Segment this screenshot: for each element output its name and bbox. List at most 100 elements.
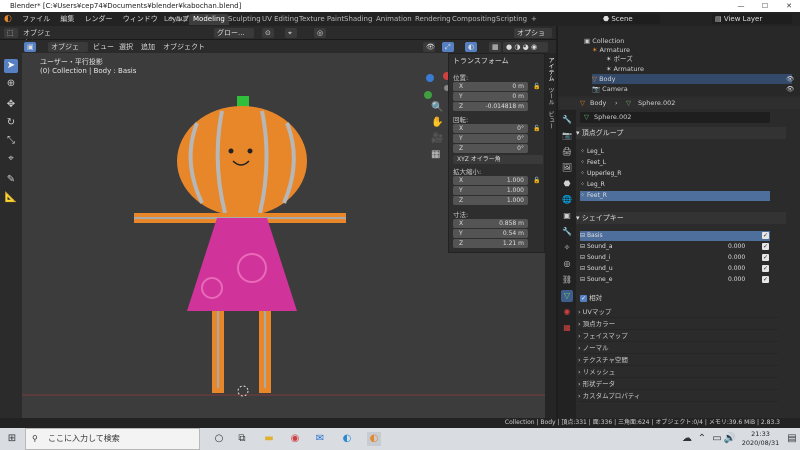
panel-vertex-colors[interactable]: › 頂点カラー [578,319,778,330]
annotate-tool-icon[interactable]: ✎ [4,173,18,187]
tab-animation[interactable]: Animation [372,14,416,25]
cloud-icon[interactable]: ☁ [680,432,694,446]
add-workspace-button[interactable]: + [527,14,541,25]
shape-key-row[interactable]: ⊟ Sound_a 0.000 ✓ [580,242,770,252]
editor-type-icon[interactable]: ⬚ [4,28,18,38]
zoom-icon[interactable]: 🔍 [431,102,443,113]
shading-modes[interactable]: ● ◑ ◕ ◉ [503,42,548,52]
xray-icon[interactable]: ▦ [489,42,501,52]
interaction-mode-select[interactable]: オブジェクト... [20,28,60,47]
scene-tab-icon[interactable]: ⬣ [561,178,573,190]
clock[interactable]: 21:33 2020/08/31 [738,430,783,448]
windows-start-icon[interactable]: ⊞ [5,432,19,446]
tab-modeling[interactable]: Modeling [189,14,229,25]
physics-tab-icon[interactable]: ◎ [561,258,573,270]
shape-key-checkbox[interactable]: ✓ [762,243,769,250]
select-tool-icon[interactable]: ➤ [4,59,18,73]
shape-key-checkbox[interactable]: ✓ [762,232,769,239]
eye-icon[interactable]: 👁 [786,74,794,84]
eye-icon[interactable]: 👁 [786,84,794,94]
menu-add[interactable]: 追加 [138,42,158,52]
outliner-item-armature-data[interactable]: ✶ Armature [606,64,644,74]
location-y-field[interactable]: Y0 m [453,92,528,101]
object-mode-select[interactable]: オブジェクト... [48,42,88,61]
panel-texture-space[interactable]: › テクスチャ空間 [578,355,778,366]
vertex-group-row[interactable]: ⁘ Upperleg_R [580,169,770,179]
vertex-groups-header[interactable]: ▾ 頂点グループ [576,127,786,139]
particles-tab-icon[interactable]: ✧ [561,242,573,254]
panel-uv-maps[interactable]: › UVマップ [578,307,778,318]
tool-tab-icon[interactable]: 🔧 [561,114,573,126]
object-tab-icon[interactable]: ▣ [561,210,573,222]
panel-normals[interactable]: › ノーマル [578,343,778,354]
lock-icon[interactable]: 🔓 [533,177,540,184]
grid-icon[interactable]: ▦ [431,149,440,160]
outliner-item-body[interactable]: ▽ Body [592,74,792,84]
mesh-datablock-field[interactable]: ▽ Sphere.002 [580,112,770,123]
shape-key-row[interactable]: ⊟ Soune_e 0.000 ✓ [580,275,770,285]
network-icon[interactable]: ▭ [710,432,724,446]
transform-orientation-select[interactable]: グロー... [214,28,254,38]
cursor-tool-icon[interactable]: ⊕ [4,77,18,91]
vertex-group-row[interactable]: ⁘ Feet_R [580,191,770,201]
outliner-item-pose[interactable]: ✶ ポーズ [606,54,633,64]
select-mode-icon[interactable]: ▣ [24,42,36,52]
shape-key-checkbox[interactable]: ✓ [762,254,769,261]
close-button[interactable]: ✕ [778,0,800,12]
dimensions-x-field[interactable]: X 0.858 m [453,219,528,228]
outliner-item-camera[interactable]: 📷 Camera [592,84,628,94]
menu-file[interactable]: ファイル [18,12,54,26]
tab-item[interactable]: アイテム [546,57,555,81]
panel-custom-properties[interactable]: › カスタムプロパティ [578,391,778,402]
vertex-group-row[interactable]: ⁘ Leg_R [580,180,770,190]
vertex-group-row[interactable]: ⁘ Leg_L [580,147,770,157]
menu-object[interactable]: オブジェクト [160,42,208,52]
options-dropdown[interactable]: オプション [514,28,552,47]
menu-select[interactable]: 選択 [116,42,136,52]
render-tab-icon[interactable]: 📷 [561,130,573,142]
task-view-icon[interactable]: ⧉ [235,432,249,446]
visibility-icon[interactable]: 👁 [423,42,435,52]
scale-y-field[interactable]: Y 1.000 [453,186,528,195]
proportional-icon[interactable]: ◎ [314,28,326,38]
rotation-y-field[interactable]: Y 0° [453,134,528,143]
gizmo-icon[interactable]: ⤢ [442,42,454,52]
shape-key-checkbox[interactable]: ✓ [762,276,769,283]
panel-face-maps[interactable]: › フェイスマップ [578,331,778,342]
pan-icon[interactable]: ✋ [431,117,443,128]
location-x-field[interactable]: X0 m [453,82,528,91]
dimensions-y-field[interactable]: Y 0.54 m [453,229,528,238]
minimize-button[interactable]: — [730,0,752,12]
scene-selector[interactable]: ⬣ Scene [600,14,660,24]
shape-key-row[interactable]: ⊟ Sound_i 0.000 ✓ [580,253,770,263]
edge-icon[interactable]: ◐ [340,432,354,446]
blender-logo-icon[interactable]: ◐ [0,12,16,26]
mesh-data-tab-icon[interactable]: ▽ [561,290,573,302]
tab-view[interactable]: ビュー [546,111,555,129]
shape-key-row[interactable]: ⊟ Basis ✓ [580,231,770,241]
notification-icon[interactable]: ▤ [785,432,799,446]
panel-remesh[interactable]: › リメッシュ [578,367,778,378]
panel-geometry-data[interactable]: › 形状データ [578,379,778,390]
file-explorer-icon[interactable]: ▬ [262,432,276,446]
shape-key-row[interactable]: ⊟ Sound_u 0.000 ✓ [580,264,770,274]
rotation-z-field[interactable]: Z 0° [453,144,528,153]
menu-edit[interactable]: 編集 [56,12,78,26]
camera-icon[interactable]: 🎥 [431,133,443,144]
scale-x-field[interactable]: X 1.000 [453,176,528,185]
tray-up-icon[interactable]: ⌃ [695,432,709,446]
move-tool-icon[interactable]: ✥ [4,98,18,112]
rotate-tool-icon[interactable]: ↻ [4,116,18,130]
location-z-field[interactable]: Z -0.014818 m [453,102,528,111]
output-tab-icon[interactable]: 🖨 [561,146,573,158]
cortana-icon[interactable]: ○ [212,432,226,446]
modifier-tab-icon[interactable]: 🔧 [561,226,573,238]
taskbar-search-input[interactable]: ⚲ ここに入力して検索 [25,428,200,450]
dimensions-z-field[interactable]: Z 1.21 m [453,239,528,248]
transform-tool-icon[interactable]: ⌖ [4,152,18,166]
pivot-icon[interactable]: ⊙ [262,28,274,38]
lock-icon[interactable]: 🔓 [533,83,540,90]
mail-icon[interactable]: ✉ [313,432,327,446]
view-layer-tab-icon[interactable]: 🖼 [561,162,573,174]
relative-checkbox[interactable]: ✓ [580,295,587,302]
